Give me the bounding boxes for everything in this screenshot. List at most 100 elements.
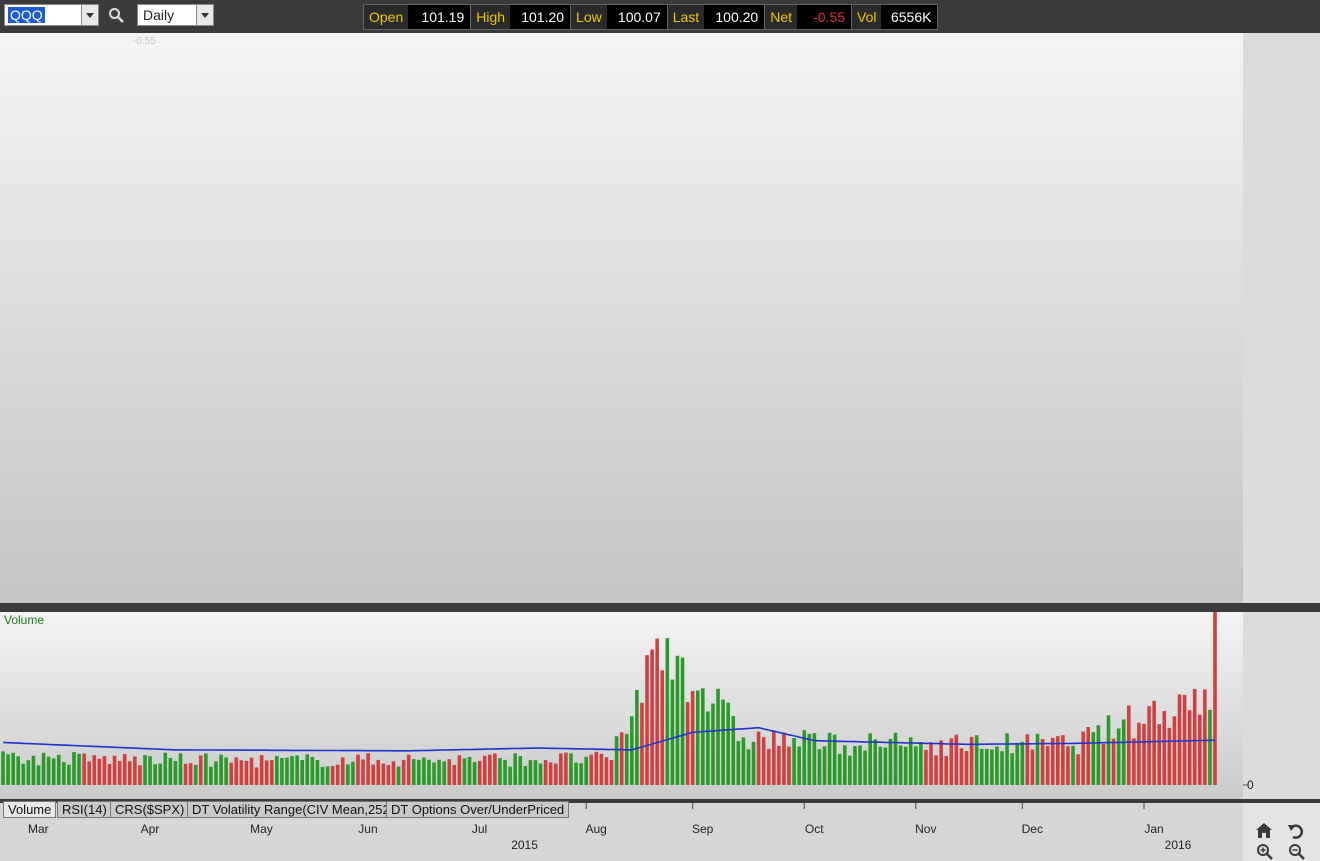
chevron-down-icon[interactable] — [196, 4, 214, 26]
volume-bar — [1111, 738, 1116, 785]
tab-rsi[interactable]: RSI(14) — [57, 801, 112, 818]
open-label: Open — [364, 5, 409, 29]
volume-bar — [6, 754, 10, 785]
volume-bar — [138, 765, 142, 785]
volume-bar — [1167, 727, 1172, 785]
volume-bar — [452, 765, 457, 785]
volume-bar — [1137, 722, 1141, 785]
volume-bar — [396, 766, 401, 785]
volume-bar — [640, 702, 644, 785]
price-axis-background — [1243, 33, 1320, 603]
volume-bar — [411, 759, 416, 785]
tab-volatility-range[interactable]: DT Volatility Range(CIV Mean,252) — [187, 801, 400, 818]
volume-bar — [1106, 715, 1111, 785]
volume-bar — [488, 754, 492, 785]
volume-bar — [731, 716, 736, 785]
volume-bar — [457, 755, 462, 785]
volume-bar — [1192, 688, 1197, 785]
volume-bar — [619, 732, 624, 785]
volume-bar — [939, 740, 943, 785]
volume-bar — [1157, 724, 1162, 785]
volume-bar — [513, 753, 517, 785]
volume-bar — [832, 734, 837, 785]
volume-bar — [1066, 746, 1070, 785]
volume-bar — [406, 754, 411, 785]
volume-bar — [498, 758, 502, 785]
volume-bar — [391, 761, 396, 785]
volume-bar — [254, 767, 259, 785]
time-tick-label: Jun — [358, 822, 377, 836]
volume-bar — [442, 761, 446, 785]
volume-bar — [853, 745, 857, 785]
panel-divider[interactable] — [0, 603, 1320, 612]
volume-bar — [670, 679, 675, 785]
volume-bar — [477, 760, 482, 785]
time-tick-label: Oct — [805, 822, 824, 836]
volume-bar — [62, 762, 66, 785]
volume-bar — [107, 763, 112, 785]
chart-area[interactable]: 110.7114108.9918107.1790100.20 150000K10… — [0, 33, 1320, 861]
volume-bar — [1005, 733, 1009, 785]
volume-bar — [645, 655, 649, 785]
volume-bar — [183, 763, 188, 785]
tab-crs[interactable]: CRS($SPX) — [110, 801, 190, 818]
search-icon[interactable] — [108, 7, 124, 23]
volume-bar — [1121, 719, 1126, 785]
volume-bar — [351, 761, 355, 785]
volume-bar — [533, 760, 538, 785]
volume-bar — [929, 742, 933, 785]
volume-bar — [792, 737, 796, 785]
volume-bar — [761, 737, 766, 785]
volume-bar — [320, 766, 325, 785]
volume-bar — [995, 746, 999, 785]
volume-bar — [878, 746, 883, 785]
volume-bar — [523, 765, 528, 785]
volume-bar — [158, 763, 163, 785]
tab-volume[interactable]: Volume — [3, 801, 57, 818]
volume-bar — [594, 751, 599, 785]
volume-bar — [574, 762, 578, 785]
volume-bar — [46, 756, 51, 785]
volume-bar — [356, 754, 360, 785]
net-label: Net — [764, 5, 797, 29]
volume-bar — [711, 703, 715, 785]
volume-bar — [300, 759, 304, 785]
faint-net-value: -0.55 — [133, 36, 156, 47]
volume-bar — [219, 754, 223, 785]
volume-bar — [589, 754, 594, 785]
volume-bar — [893, 732, 898, 785]
volume-bar — [736, 741, 741, 785]
symbol-input[interactable]: QQQ — [4, 4, 82, 26]
volume-bar — [1040, 739, 1045, 785]
volume-bar — [1086, 727, 1091, 785]
volume-bar — [635, 690, 639, 785]
volume-bar — [401, 759, 406, 785]
volume-bar — [665, 638, 670, 785]
volume-bar — [695, 690, 700, 785]
high-value: 101.20 — [510, 5, 571, 29]
time-tick-label: Mar — [28, 822, 49, 836]
volume-bar — [193, 764, 198, 785]
volume-bar — [1010, 753, 1014, 785]
volume-bar — [848, 755, 852, 785]
volume-bar — [376, 759, 381, 785]
volume-bar — [72, 752, 76, 785]
volume-bar — [269, 760, 274, 785]
volume-bar — [127, 761, 132, 785]
chevron-down-icon[interactable] — [81, 4, 99, 26]
volume-bar — [280, 758, 284, 785]
volume-bar — [31, 755, 36, 785]
volume-bar — [984, 748, 989, 785]
volume-bar — [614, 736, 619, 785]
volume-bar — [797, 746, 801, 785]
volume-bar — [467, 756, 472, 785]
volume-bar — [706, 711, 710, 785]
interval-select[interactable]: Daily — [137, 4, 199, 26]
volume-bar — [462, 758, 467, 785]
volume-bar — [117, 761, 122, 785]
volume-bar — [1101, 743, 1106, 785]
volume-bar — [1162, 710, 1167, 785]
tab-options-priced[interactable]: DT Options Over/UnderPriced — [386, 801, 570, 818]
time-tick-label: Dec — [1022, 822, 1043, 836]
volume-bar — [604, 757, 609, 785]
